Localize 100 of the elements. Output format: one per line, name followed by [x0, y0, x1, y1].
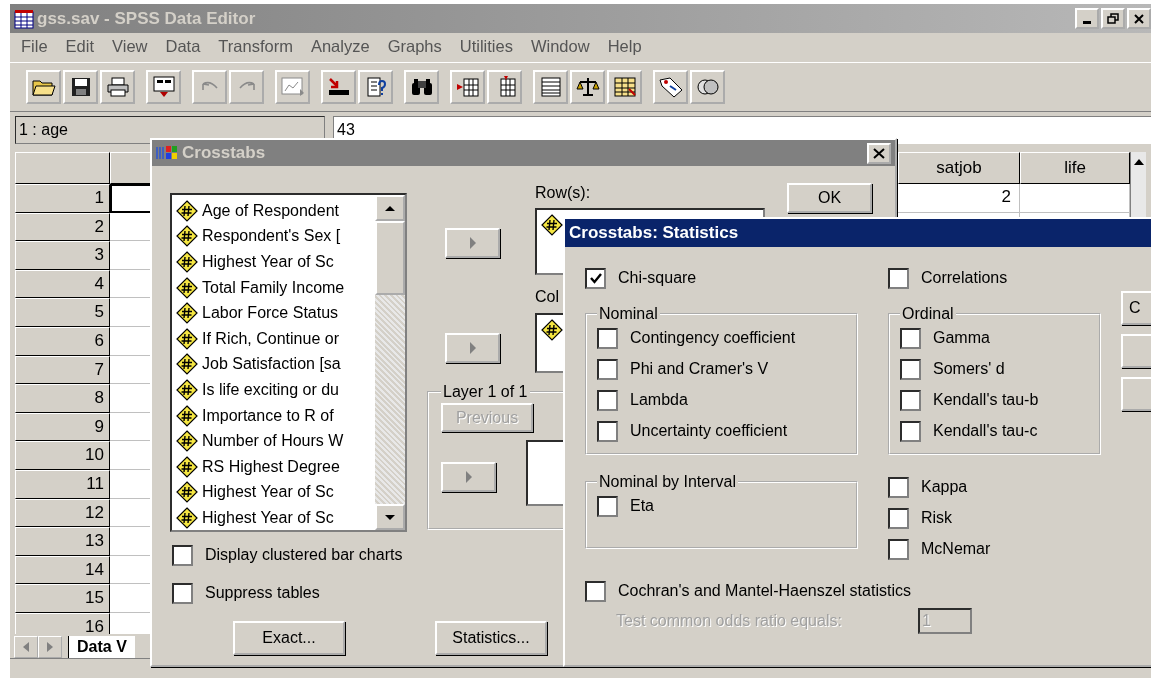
row-number[interactable]: 4: [15, 269, 110, 299]
monitor-icon: [151, 76, 176, 98]
row-number[interactable]: 5: [15, 298, 110, 327]
toolbar-button[interactable]: [321, 70, 356, 104]
toolbar-button[interactable]: [690, 70, 725, 104]
toolbar-button[interactable]: [26, 70, 61, 104]
checkbox[interactable]: [597, 420, 618, 442]
next-sheet-button[interactable]: [38, 636, 62, 658]
toolbar-button[interactable]: [404, 70, 439, 104]
checkbox-label: Display clustered bar charts: [205, 546, 403, 564]
row-number[interactable]: 11: [15, 469, 110, 499]
checkbox[interactable]: [585, 580, 606, 602]
row-number[interactable]: 16: [15, 612, 110, 634]
restore-button[interactable]: [1101, 8, 1125, 29]
list-item[interactable]: Highest Year of Sc: [202, 508, 334, 527]
checkbox[interactable]: [172, 544, 193, 566]
continue-button[interactable]: C: [1121, 291, 1151, 325]
table-select-icon: [612, 76, 637, 98]
row-number[interactable]: 6: [15, 326, 110, 356]
close-button[interactable]: [1127, 8, 1151, 29]
row-number[interactable]: 14: [15, 555, 110, 585]
checkbox[interactable]: [900, 389, 921, 411]
row-number[interactable]: 7: [15, 355, 110, 385]
checkbox[interactable]: [900, 420, 921, 442]
scale-variable-icon: [541, 318, 563, 341]
checkbox[interactable]: [888, 476, 909, 498]
previous-sheet-button[interactable]: [14, 636, 38, 658]
checkbox-label: Correlations: [921, 269, 1008, 287]
check-icon: [589, 272, 602, 284]
column-header[interactable]: satjob: [898, 152, 1020, 184]
list-item[interactable]: Respondent's Sex [: [202, 227, 341, 246]
list-item[interactable]: Highest Year of Sc: [202, 483, 334, 502]
menu-item[interactable]: File: [12, 37, 57, 56]
dialog-button[interactable]: Exact...: [233, 621, 345, 655]
toolbar-button[interactable]: [100, 70, 135, 104]
row-number[interactable]: 1: [15, 184, 110, 213]
list-item[interactable]: Age of Respondent: [202, 201, 339, 220]
folder-icon: [31, 77, 56, 97]
scroll-down-button[interactable]: [375, 504, 405, 530]
menu-item[interactable]: Transform: [209, 37, 302, 56]
list-item[interactable]: Number of Hours W: [202, 432, 344, 451]
checkbox[interactable]: [597, 327, 618, 349]
list-item[interactable]: Is life exciting or du: [202, 380, 339, 399]
row-number[interactable]: 15: [15, 584, 110, 613]
toolbar-button[interactable]: [570, 70, 605, 104]
checkbox[interactable]: [900, 358, 921, 380]
list-item[interactable]: If Rich, Continue or: [202, 329, 339, 348]
minimize-icon: [1083, 21, 1091, 24]
checkbox[interactable]: [888, 267, 909, 289]
row-number[interactable]: 3: [15, 241, 110, 270]
checkbox[interactable]: [888, 538, 909, 560]
menu-item[interactable]: Help: [598, 37, 651, 56]
checkbox[interactable]: [172, 582, 193, 604]
row-number[interactable]: 9: [15, 412, 110, 442]
row-number[interactable]: 2: [15, 212, 110, 242]
menu-item[interactable]: Data: [156, 37, 210, 56]
row-number[interactable]: 13: [15, 527, 110, 556]
right-triangle-icon: [463, 470, 474, 484]
list-item[interactable]: Importance to R of: [202, 406, 334, 425]
checkbox[interactable]: [597, 495, 618, 517]
column-header[interactable]: life: [1020, 152, 1130, 184]
menu-item[interactable]: View: [103, 37, 157, 56]
minimize-button[interactable]: [1075, 8, 1099, 29]
list-item[interactable]: Job Satisfaction [sa: [202, 355, 341, 374]
scroll-thumb[interactable]: [375, 221, 405, 295]
ok-button[interactable]: OK: [787, 183, 872, 213]
toolbar-button[interactable]: [607, 70, 642, 104]
sheet-tab[interactable]: Data V: [68, 636, 135, 658]
menu-item[interactable]: Graphs: [378, 37, 451, 56]
up-arrow-icon: [1132, 158, 1145, 166]
list-item[interactable]: Highest Year of Sc: [202, 253, 334, 271]
toolbar-button[interactable]: [146, 70, 181, 104]
list-item[interactable]: RS Highest Degree: [202, 457, 340, 476]
chart-icon: [280, 77, 305, 97]
dialog-button[interactable]: Statistics...: [435, 621, 547, 655]
checkbox[interactable]: [597, 358, 618, 380]
list-item[interactable]: Labor Force Status: [202, 304, 339, 323]
scale-variable-icon: [176, 506, 198, 529]
toolbar-button[interactable]: [487, 70, 522, 104]
row-number[interactable]: 10: [15, 441, 110, 470]
checkbox[interactable]: [585, 267, 606, 289]
scale-variable-icon: [176, 378, 198, 401]
scroll-up-button[interactable]: [375, 195, 405, 221]
menu-item[interactable]: Edit: [56, 37, 104, 56]
toolbar-button[interactable]: [358, 70, 393, 104]
printer-icon: [105, 77, 130, 97]
menu-item[interactable]: Window: [521, 37, 599, 56]
toolbar-button[interactable]: [450, 70, 485, 104]
checkbox[interactable]: [888, 507, 909, 529]
row-number[interactable]: 12: [15, 498, 110, 528]
checkbox[interactable]: [900, 327, 921, 349]
scrollbar[interactable]: [375, 195, 405, 530]
variable-list[interactable]: [170, 193, 407, 532]
row-number[interactable]: 8: [15, 384, 110, 413]
list-item[interactable]: Total Family Income: [202, 278, 345, 297]
toolbar-button[interactable]: [653, 70, 688, 104]
checkbox[interactable]: [597, 389, 618, 411]
toolbar-button[interactable]: [63, 70, 98, 104]
menu-item[interactable]: Analyze: [301, 37, 379, 56]
menu-item[interactable]: Utilities: [450, 37, 522, 56]
